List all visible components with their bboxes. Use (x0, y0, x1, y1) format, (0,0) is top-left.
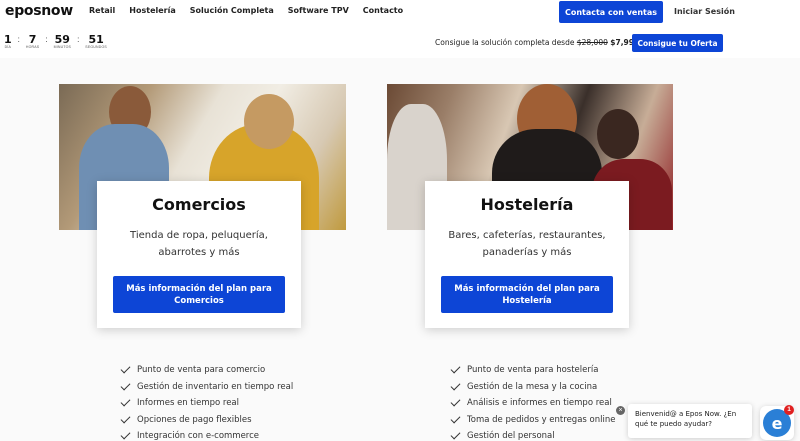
nav-solucion-completa[interactable]: Solución Completa (190, 6, 274, 15)
list-item: Gestión de inventario en tiempo real (120, 379, 294, 396)
check-icon (120, 429, 131, 440)
check-icon (450, 429, 461, 440)
offer-label: Consigue la solución completa desde (435, 38, 575, 47)
chat-welcome-bubble[interactable]: Bienvenid@ a Epos Now. ¿En qué te puedo … (628, 404, 752, 438)
comercios-more-info-button[interactable]: Más información del plan para Comercios (113, 276, 285, 313)
hosteleria-more-info-button[interactable]: Más información del plan para Hostelería (441, 276, 613, 313)
feature-text: Punto de venta para comercio (137, 365, 266, 376)
main-nav: Retail Hostelería Solución Completa Soft… (89, 6, 417, 15)
comercios-feature-list: Punto de venta para comercio Gestión de … (120, 362, 294, 441)
login-link[interactable]: Iniciar Sesión (674, 7, 735, 16)
logo-text: eposnow (5, 3, 73, 19)
feature-text: Integración con e-commerce (137, 431, 260, 441)
comercios-card: Comercios Tienda de ropa, peluquería, ab… (97, 181, 301, 328)
check-icon (450, 363, 461, 374)
top-header: eposnow Retail Hostelería Solución Compl… (0, 0, 800, 58)
countdown-seconds: 51 SEGUNDOS (85, 34, 107, 50)
countdown-seconds-value: 51 (88, 33, 104, 46)
list-item: Análisis e informes en tiempo real (450, 395, 615, 412)
list-item: Toma de pedidos y entregas online (450, 412, 616, 429)
check-icon (120, 363, 131, 374)
hosteleria-card: Hostelería Bares, cafeterías, restaurant… (425, 181, 629, 328)
list-item: Gestión de la mesa y la cocina (450, 379, 615, 396)
eposnow-logo[interactable]: eposnow (5, 3, 73, 19)
countdown-days-value: 1 (4, 33, 12, 46)
countdown-separator: : (45, 35, 48, 44)
countdown-minutes-value: 59 (54, 33, 70, 46)
countdown-timer: 1 DÍA : 7 HORAS : 59 MINUTOS : 51 SEGUND… (4, 34, 107, 50)
feature-text: Toma de pedidos y entregas online (467, 414, 616, 425)
feature-text: Punto de venta para hostelería (467, 365, 599, 376)
list-item: Opciones de pago flexibles (120, 412, 293, 429)
photo-figure (597, 109, 639, 159)
countdown-hours-value: 7 (28, 33, 37, 46)
feature-text: Gestión de la mesa y la cocina (467, 381, 598, 392)
feature-text: Gestión de inventario en tiempo real (137, 381, 294, 392)
countdown-separator: : (77, 35, 80, 44)
photo-figure (244, 94, 294, 149)
list-item: Punto de venta para hostelería (450, 362, 615, 379)
countdown-hours: 7 HORAS (26, 34, 39, 50)
nav-software-tpv[interactable]: Software TPV (288, 6, 349, 15)
countdown-days: 1 DÍA (4, 34, 12, 50)
countdown-hours-label: HORAS (25, 45, 40, 49)
chat-close-icon[interactable]: × (616, 406, 625, 415)
check-icon (450, 380, 461, 391)
countdown-separator: : (17, 35, 20, 44)
old-price: $28,000 (576, 38, 608, 47)
feature-text: Análisis e informes en tiempo real (467, 398, 612, 409)
list-item: Punto de venta para comercio (120, 362, 293, 379)
card-description: Bares, cafeterías, restaurantes, panader… (448, 230, 606, 258)
list-item: Integración con e-commerce (120, 428, 293, 441)
card-title: Hostelería (480, 195, 574, 214)
countdown-seconds-label: SEGUNDOS (85, 45, 107, 49)
countdown-days-label: DÍA (4, 45, 12, 49)
hosteleria-feature-list: Punto de venta para hostelería Gestión d… (450, 362, 616, 441)
get-offer-button[interactable]: Consigue tu Oferta (632, 34, 723, 52)
card-title: Comercios (152, 195, 246, 214)
list-item: Gestión del personal (450, 428, 615, 441)
check-icon (120, 413, 131, 424)
countdown-minutes-label: MINUTOS (53, 45, 72, 49)
check-icon (120, 380, 131, 391)
check-icon (450, 396, 461, 407)
nav-retail[interactable]: Retail (89, 6, 115, 15)
feature-text: Informes en tiempo real (137, 398, 239, 409)
check-icon (120, 396, 131, 407)
list-item: Informes en tiempo real (120, 395, 293, 412)
feature-text: Gestión del personal (467, 431, 555, 441)
check-icon (450, 413, 461, 424)
countdown-minutes: 59 MINUTOS (54, 34, 71, 50)
chat-notification-badge: 1 (784, 405, 794, 415)
nav-contacto[interactable]: Contacto (363, 6, 403, 15)
nav-hosteleria[interactable]: Hostelería (129, 6, 175, 15)
card-description: Tienda de ropa, peluquería, abarrotes y … (130, 230, 268, 258)
feature-text: Opciones de pago flexibles (137, 414, 252, 425)
offer-text: Consigue la solución completa desde $28,… (435, 38, 639, 47)
contact-sales-button[interactable]: Contacta con ventas (559, 1, 663, 23)
